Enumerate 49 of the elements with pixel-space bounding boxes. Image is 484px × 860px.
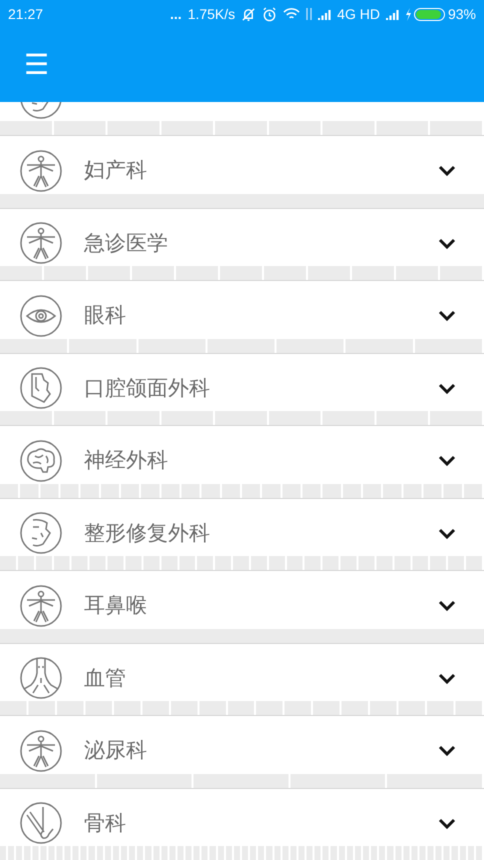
department-name: 神经外科 bbox=[84, 447, 168, 474]
chevron-down-icon[interactable] bbox=[438, 238, 456, 249]
department-row[interactable]: 口腔颌面外科 bbox=[0, 354, 484, 426]
chevron-down-icon[interactable] bbox=[438, 165, 456, 176]
face-icon bbox=[19, 102, 63, 120]
bell-off-icon bbox=[241, 6, 256, 22]
department-name: 骨科 bbox=[84, 810, 126, 836]
network-speed: 1.75K/s bbox=[188, 4, 236, 24]
bone-icon bbox=[19, 801, 63, 846]
department-name: 整形修复外科 bbox=[84, 520, 210, 546]
jaw-bone-icon bbox=[19, 366, 63, 410]
human-figure-icon bbox=[19, 584, 63, 628]
status-dots: ... bbox=[170, 4, 182, 24]
department-name: 妇产科 bbox=[84, 157, 147, 184]
chevron-down-icon[interactable] bbox=[438, 745, 456, 756]
signal-icon bbox=[386, 8, 401, 20]
menu-button[interactable]: ☰ bbox=[24, 51, 50, 79]
face-icon bbox=[19, 511, 63, 556]
department-name: 耳鼻喉 bbox=[84, 592, 147, 619]
network-type: 4G HD bbox=[337, 4, 380, 24]
chevron-down-icon[interactable] bbox=[438, 310, 456, 322]
department-row[interactable]: 急诊医学 bbox=[0, 208, 484, 281]
status-time: 21:27 bbox=[8, 4, 44, 24]
brain-icon bbox=[19, 438, 63, 483]
chevron-down-icon[interactable] bbox=[438, 455, 456, 466]
blood-vessel-icon bbox=[19, 656, 63, 700]
department-name: 血管 bbox=[84, 664, 126, 692]
department-name: 眼科 bbox=[84, 302, 126, 329]
department-row[interactable]: 骨科 bbox=[0, 788, 484, 860]
battery-icon bbox=[414, 8, 445, 20]
chevron-down-icon[interactable] bbox=[438, 528, 456, 539]
signal-icon bbox=[318, 8, 334, 20]
department-row[interactable]: 整形修复外科 bbox=[0, 498, 484, 571]
charging-icon bbox=[404, 8, 412, 20]
chevron-down-icon[interactable] bbox=[438, 600, 456, 612]
chevron-down-icon[interactable] bbox=[438, 672, 456, 684]
chevron-down-icon[interactable] bbox=[438, 382, 456, 394]
wifi-icon bbox=[283, 7, 300, 21]
human-figure-icon bbox=[19, 728, 63, 773]
department-name: 口腔颌面外科 bbox=[84, 374, 210, 402]
department-row[interactable]: 血管 bbox=[0, 644, 484, 716]
department-name: 泌尿科 bbox=[84, 737, 147, 764]
chevron-down-icon[interactable] bbox=[438, 818, 456, 829]
alarm-icon bbox=[262, 6, 278, 22]
human-figure-icon bbox=[19, 221, 63, 266]
human-figure-icon bbox=[19, 148, 63, 193]
department-name: 急诊医学 bbox=[84, 230, 168, 256]
eye-icon bbox=[19, 294, 63, 338]
battery-percent: 93% bbox=[448, 4, 476, 24]
